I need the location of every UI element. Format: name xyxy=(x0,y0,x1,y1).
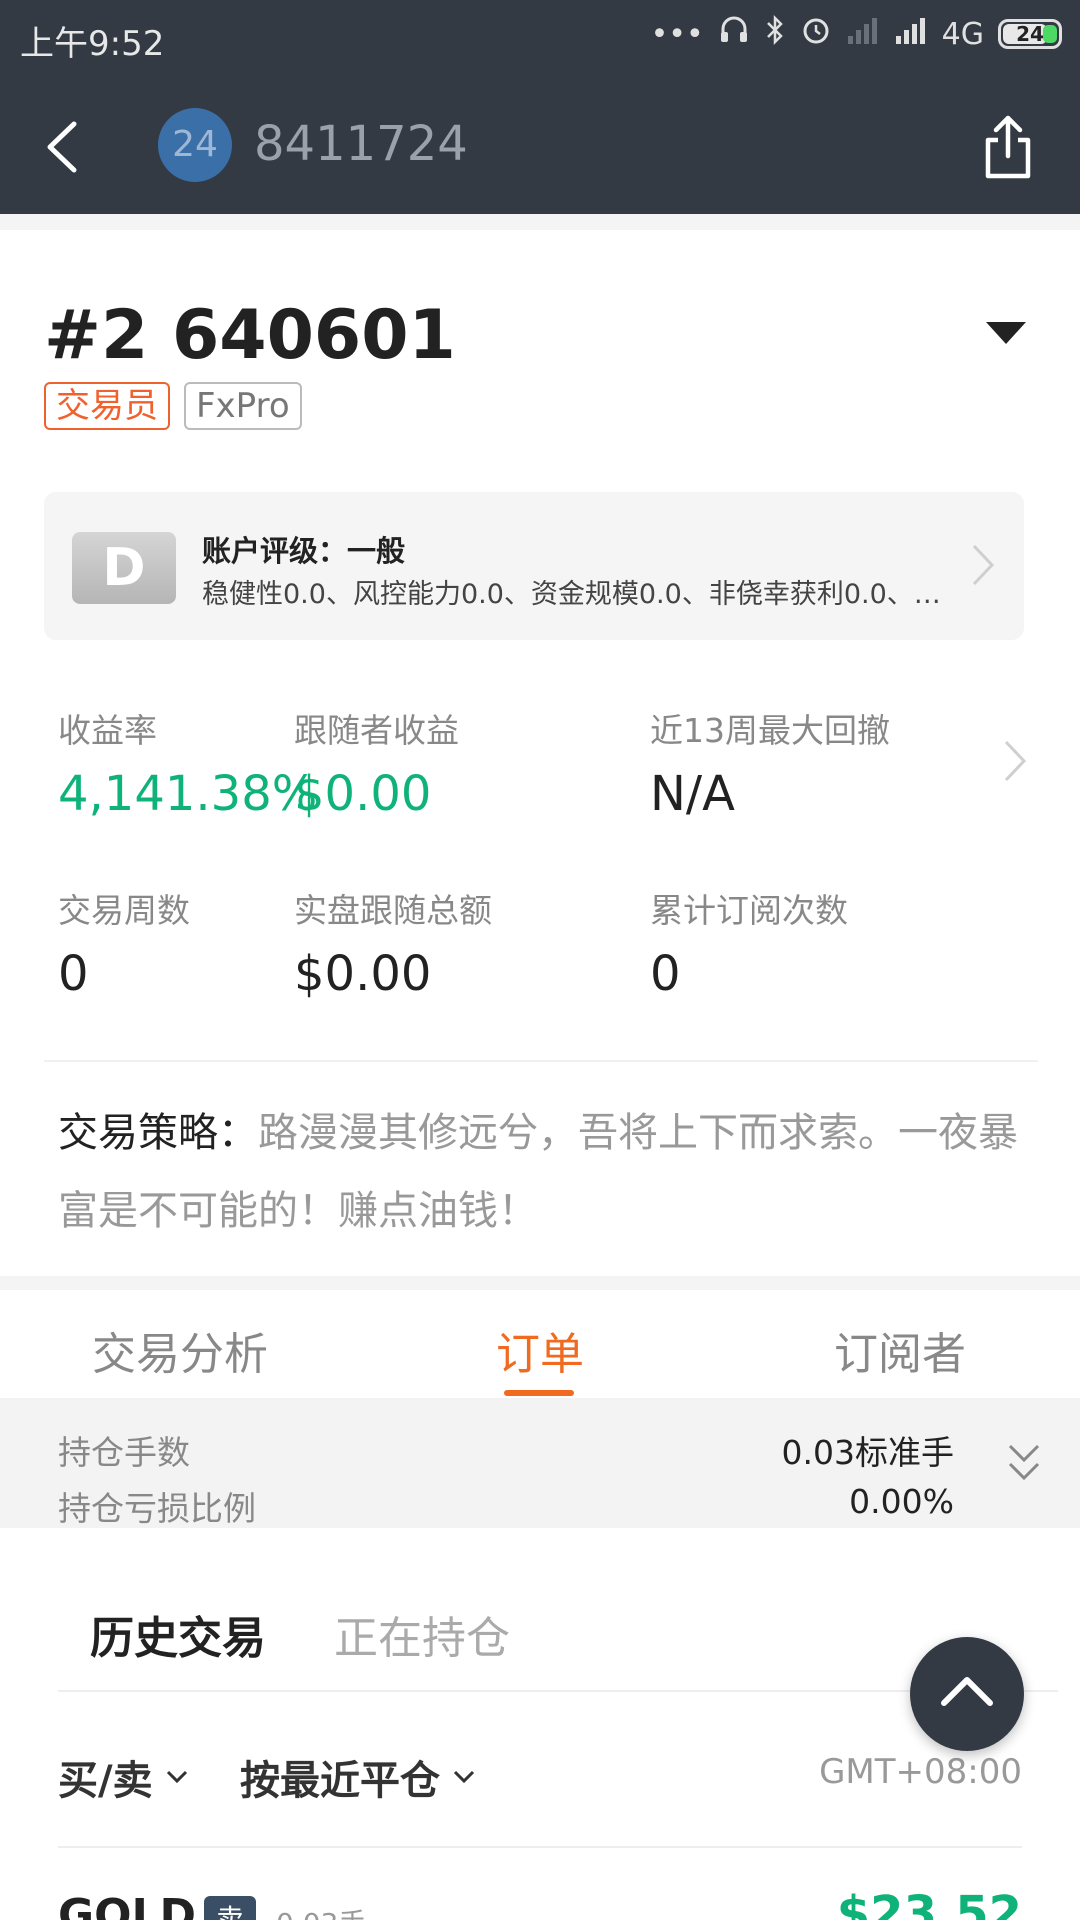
stat-max-drawdown[interactable]: 近13周最大回撤 N/A xyxy=(650,704,890,822)
chevron-right-icon[interactable] xyxy=(1000,736,1030,786)
broker-tag: FxPro xyxy=(184,382,302,430)
divider xyxy=(44,1060,1038,1062)
stat-value: 4,141.38% xyxy=(58,766,318,822)
status-icons: ••• 4G 24 xyxy=(651,14,1062,54)
rating-description: 稳健性0.0、风控能力0.0、资金规模0.0、非侥幸获利0.0、… xyxy=(202,579,941,610)
strategy-text: 交易策略：路漫漫其修远兮，吾将上下而求索。一夜暴富是不可能的！赚点油钱！ xyxy=(58,1094,1018,1250)
stat-follower-profit: 跟随者收益 $0.00 xyxy=(294,704,459,822)
share-icon xyxy=(985,115,1031,179)
timezone-label: GMT+08:00 xyxy=(819,1752,1022,1792)
stat-label: 收益率 xyxy=(58,711,157,750)
divider xyxy=(58,1690,1058,1692)
header-account-id: 8411724 xyxy=(254,116,468,172)
app-header: 24 8411724 xyxy=(0,72,1080,214)
subtab-open-positions[interactable]: 正在持仓 xyxy=(334,1602,510,1666)
status-time: 上午9:52 xyxy=(20,24,165,64)
back-button[interactable] xyxy=(40,112,100,182)
rating-card[interactable]: D 账户评级：一般 稳健性0.0、风控能力0.0、资金规模0.0、非侥幸获利0.… xyxy=(44,492,1024,640)
signal-strong-icon xyxy=(894,16,928,52)
double-chevron-down-icon[interactable] xyxy=(1004,1440,1044,1486)
headset-icon xyxy=(718,14,750,54)
divider xyxy=(58,1846,1022,1848)
stat-label: 跟随者收益 xyxy=(294,711,459,750)
trade-side-badge: 卖 xyxy=(204,1896,257,1920)
more-dots-icon: ••• xyxy=(650,16,704,52)
lots-value: 0.03标准手 xyxy=(781,1433,954,1472)
active-tab-indicator xyxy=(504,1390,574,1396)
rating-title: 账户评级：一般 xyxy=(202,534,406,568)
account-dropdown-icon[interactable] xyxy=(986,322,1026,344)
chevron-down-icon xyxy=(166,1770,187,1784)
stat-value: N/A xyxy=(650,766,735,822)
chevron-right-icon xyxy=(972,544,995,586)
side-filter-label: 买/卖 xyxy=(58,1758,153,1804)
status-bar: 上午9:52 ••• 4G 24 xyxy=(0,0,1080,72)
tab-analysis[interactable]: 交易分析 xyxy=(92,1318,268,1382)
section-gap xyxy=(0,1276,1080,1290)
tab-subscribers[interactable]: 订阅者 xyxy=(834,1318,966,1382)
strategy-label: 交易策略： xyxy=(58,1110,258,1156)
share-button[interactable] xyxy=(976,112,1040,182)
lots-label: 持仓手数 xyxy=(58,1433,190,1472)
signal-weak-icon xyxy=(846,16,880,52)
stat-value: 0 xyxy=(650,946,681,1002)
pnl-ratio-value: 0.00% xyxy=(849,1482,954,1521)
stat-trade-weeks: 交易周数 0 xyxy=(58,884,190,1002)
stat-return-rate: 收益率 4,141.38% xyxy=(58,704,317,822)
battery-icon: 24 xyxy=(998,19,1062,49)
sort-filter-label: 按最近平仓 xyxy=(240,1758,440,1804)
stat-live-follow-total: 实盘跟随总额 $0.00 xyxy=(294,884,492,1002)
pnl-ratio-label: 持仓亏损比例 xyxy=(58,1489,256,1528)
grade-badge: D xyxy=(72,532,176,604)
avatar[interactable]: 24 xyxy=(158,108,232,182)
trade-symbol: GOLD xyxy=(58,1890,197,1920)
sort-filter[interactable]: 按最近平仓 xyxy=(240,1748,476,1806)
position-summary: 持仓手数 0.03标准手 持仓亏损比例 0.00% xyxy=(0,1398,1080,1528)
scroll-to-top-button[interactable] xyxy=(910,1637,1024,1751)
back-arrow-icon xyxy=(47,121,77,173)
stat-value: $0.00 xyxy=(294,766,432,822)
stat-value: $0.00 xyxy=(294,946,432,1002)
side-filter[interactable]: 买/卖 xyxy=(58,1748,189,1806)
account-title: #2 640601 xyxy=(44,296,456,375)
chevron-up-icon xyxy=(941,1677,993,1706)
tab-orders[interactable]: 订单 xyxy=(496,1318,584,1382)
battery-level: 24 xyxy=(1016,22,1044,46)
trade-row[interactable]: GOLD 卖 0.03手 $23.52 xyxy=(58,1890,1022,1920)
trade-lots: 0.03手 xyxy=(276,1902,366,1920)
alarm-icon xyxy=(800,14,832,54)
network-type: 4G xyxy=(941,16,984,52)
chevron-down-icon xyxy=(453,1770,475,1784)
subtab-history[interactable]: 历史交易 xyxy=(90,1602,266,1666)
stat-label: 累计订阅次数 xyxy=(650,891,848,930)
stat-label: 近13周最大回撤 xyxy=(650,711,890,750)
bluetooth-icon xyxy=(764,14,786,54)
role-tag: 交易员 xyxy=(44,382,170,430)
stat-label: 实盘跟随总额 xyxy=(294,891,492,930)
trade-profit: $23.52 xyxy=(836,1890,1022,1920)
section-gap xyxy=(0,214,1080,230)
stat-label: 交易周数 xyxy=(58,891,190,930)
stat-value: 0 xyxy=(58,946,89,1002)
stat-subscription-count: 累计订阅次数 0 xyxy=(650,884,848,1002)
